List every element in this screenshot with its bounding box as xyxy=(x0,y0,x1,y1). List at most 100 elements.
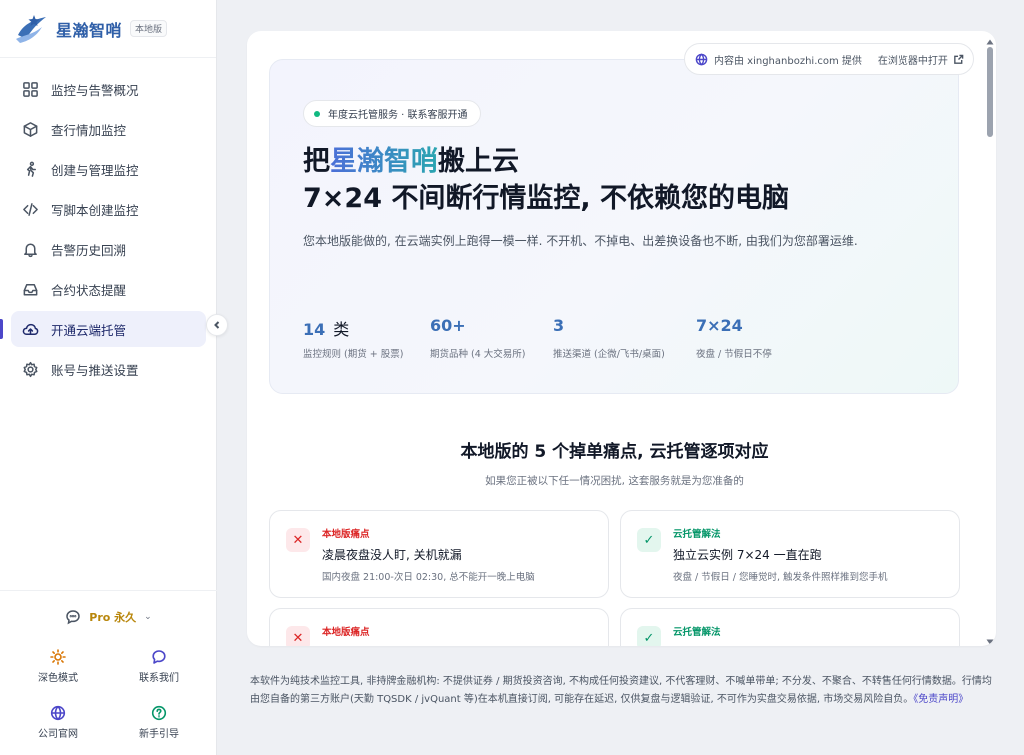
stat-products: 60+ 期货品种 (4 大交易所) xyxy=(430,316,526,360)
vertical-scrollbar[interactable] xyxy=(986,39,994,645)
hero-description: 您本地版能做的, 在云端实例上跑得一模一样. 不开机、不掉电、出差换设备也不断,… xyxy=(303,234,858,248)
globe-icon xyxy=(695,52,708,66)
solution-card: ✓ 云托管解法 独立云实例 7×24 一直在跑 夜盘 / 节假日 / 您睡觉时,… xyxy=(620,510,960,598)
pain-point-card: ✕ 本地版痛点 xyxy=(269,608,609,646)
brand-name: 星瀚智哨 xyxy=(56,20,123,40)
external-link-icon xyxy=(954,54,964,64)
sidebar-item-manage[interactable]: 创建与管理监控 xyxy=(11,151,206,187)
logo-icon xyxy=(14,13,48,45)
disclaimer-footer: 本软件为纯技术监控工具, 非持牌金融机构: 不提供证券 / 期货投资咨询, 不构… xyxy=(250,673,995,709)
stat-value: 7×24 xyxy=(696,316,743,335)
sidebar-item-settings[interactable]: 账号与推送设置 xyxy=(11,351,206,387)
disclaimer-text: 本软件为纯技术监控工具, 非持牌金融机构: 不提供证券 / 期货投资咨询, 不构… xyxy=(250,676,992,705)
sidebar-item-history[interactable]: 告警历史回溯 xyxy=(11,231,206,267)
chevron-down-icon: ⌄ xyxy=(144,612,152,622)
card-tag: 本地版痛点 xyxy=(322,529,370,540)
stat-label: 期货品种 (4 大交易所) xyxy=(430,349,526,360)
stat-uptime: 7×24 夜盘 / 节假日不停 xyxy=(696,316,772,360)
brand-header[interactable]: 星瀚智哨 本地版 xyxy=(0,0,216,58)
sidebar-footer: Pro 永久 ⌄ 深色模式 联系我们 公司官网 新手引导 xyxy=(0,590,217,755)
sidebar-item-script[interactable]: 写脚本创建监控 xyxy=(11,191,206,227)
stat-value: 3 xyxy=(553,316,565,335)
sidebar-item-label: 写脚本创建监控 xyxy=(51,202,139,218)
service-pill: 年度云托管服务 · 联系客服开通 xyxy=(303,100,481,127)
chat-face-icon xyxy=(65,609,81,625)
scroll-down-arrow-icon[interactable] xyxy=(986,639,994,645)
cross-icon: ✕ xyxy=(286,528,310,552)
sidebar-item-label: 开通云端托管 xyxy=(51,322,127,338)
section-title: 本地版的 5 个掉单痛点, 云托管逐项对应 xyxy=(460,442,769,462)
content-panel: 内容由 xinghanbozhi.com 提供 在浏览器中打开 年度云托管服务 … xyxy=(247,31,996,646)
chat-bubble-icon xyxy=(151,649,167,665)
cube-icon xyxy=(22,121,39,138)
dark-mode-label: 深色模式 xyxy=(38,673,78,684)
plan-selector[interactable]: Pro 永久 ⌄ xyxy=(0,609,217,625)
sidebar-item-label: 账号与推送设置 xyxy=(51,362,139,378)
bell-icon xyxy=(22,241,39,258)
hero-title-line2: 7×24 不间断行情监控, 不依赖您的电脑 xyxy=(303,183,790,214)
edition-badge: 本地版 xyxy=(130,20,168,37)
chevron-left-icon xyxy=(214,321,220,329)
card-tag: 云托管解法 xyxy=(673,529,721,540)
card-tag: 云托管解法 xyxy=(673,627,721,638)
hero-section: 年度云托管服务 · 联系客服开通 把星瀚智哨搬上云 7×24 不间断行情监控, … xyxy=(269,59,959,394)
scrollbar-thumb[interactable] xyxy=(987,47,993,137)
status-dot xyxy=(314,110,320,117)
stat-label: 推送渠道 (企微/飞书/桌面) xyxy=(553,349,665,360)
dashboard-icon xyxy=(22,81,39,98)
stat-rules: 14 类 监控规则 (期货 + 股票) xyxy=(303,316,403,360)
runner-icon xyxy=(22,161,39,178)
card-description: 夜盘 / 节假日 / 您睡觉时, 触发条件照样推到您手机 xyxy=(673,572,888,583)
sidebar-item-label: 合约状态提醒 xyxy=(51,282,127,298)
stat-value: 60+ xyxy=(430,316,466,335)
cloud-upload-icon xyxy=(22,321,39,338)
cross-icon: ✕ xyxy=(286,626,310,646)
plan-label: Pro 永久 xyxy=(89,611,137,624)
stat-channels: 3 推送渠道 (企微/飞书/桌面) xyxy=(553,316,665,360)
dark-mode-button[interactable]: 深色模式 xyxy=(8,649,108,684)
section-subtitle: 如果您正被以下任一情况困扰, 这套服务就是为您准备的 xyxy=(485,475,744,487)
sidebar-item-quotes[interactable]: 查行情加监控 xyxy=(11,111,206,147)
contact-us-button[interactable]: 联系我们 xyxy=(109,649,209,684)
solution-card: ✓ 云托管解法 xyxy=(620,608,960,646)
inbox-icon xyxy=(22,281,39,298)
stat-value: 14 xyxy=(303,320,326,339)
disclaimer-link[interactable]: 《免责声明》 xyxy=(913,694,968,705)
content-provider-text: 内容由 xinghanbozhi.com 提供 xyxy=(714,55,862,67)
hero-title-line1: 把星瀚智哨搬上云 xyxy=(303,143,789,180)
company-site-label: 公司官网 xyxy=(38,729,78,740)
sun-icon xyxy=(50,649,66,665)
hero-title-prefix: 把 xyxy=(303,146,330,177)
sidebar-item-label: 监控与告警概况 xyxy=(51,82,139,98)
sidebar-nav: 监控与告警概况 查行情加监控 创建与管理监控 写脚本创建监控 告警历史回溯 合约… xyxy=(0,71,217,391)
sidebar-item-contract[interactable]: 合约状态提醒 xyxy=(11,271,206,307)
contact-us-label: 联系我们 xyxy=(139,673,179,684)
collapse-sidebar-button[interactable] xyxy=(206,314,228,336)
sidebar: 星瀚智哨 本地版 监控与告警概况 查行情加监控 创建与管理监控 写脚本创建监控 … xyxy=(0,0,217,755)
service-pill-text: 年度云托管服务 · 联系客服开通 xyxy=(328,110,468,121)
company-site-button[interactable]: 公司官网 xyxy=(8,705,108,740)
pain-point-card: ✕ 本地版痛点 凌晨夜盘没人盯, 关机就漏 国内夜盘 21:00-次日 02:3… xyxy=(269,510,609,598)
hero-title-accent: 星瀚智哨 xyxy=(330,146,438,177)
hero-title: 把星瀚智哨搬上云 7×24 不间断行情监控, 不依赖您的电脑 xyxy=(303,143,789,217)
card-title: 独立云实例 7×24 一直在跑 xyxy=(673,548,822,562)
sidebar-item-overview[interactable]: 监控与告警概况 xyxy=(11,71,206,107)
onboarding-guide-label: 新手引导 xyxy=(139,729,179,740)
hero-title-suffix: 搬上云 xyxy=(438,146,519,177)
sidebar-item-label: 查行情加监控 xyxy=(51,122,127,138)
sidebar-item-cloud[interactable]: 开通云端托管 xyxy=(0,311,206,347)
check-icon: ✓ xyxy=(637,626,661,646)
card-description: 国内夜盘 21:00-次日 02:30, 总不能开一晚上电脑 xyxy=(322,572,535,583)
code-icon xyxy=(22,201,39,218)
check-icon: ✓ xyxy=(637,528,661,552)
stat-label: 夜盘 / 节假日不停 xyxy=(696,349,772,360)
stat-label: 监控规则 (期货 + 股票) xyxy=(303,349,404,360)
onboarding-guide-button[interactable]: 新手引导 xyxy=(109,705,209,740)
sidebar-item-label: 创建与管理监控 xyxy=(51,162,139,178)
scroll-up-arrow-icon[interactable] xyxy=(986,39,994,45)
content-source-bar: 内容由 xinghanbozhi.com 提供 在浏览器中打开 xyxy=(684,43,974,75)
open-in-browser-link[interactable]: 在浏览器中打开 xyxy=(878,52,964,67)
gear-icon xyxy=(22,361,39,378)
sidebar-item-label: 告警历史回溯 xyxy=(51,242,127,258)
open-in-browser-label: 在浏览器中打开 xyxy=(877,55,948,67)
